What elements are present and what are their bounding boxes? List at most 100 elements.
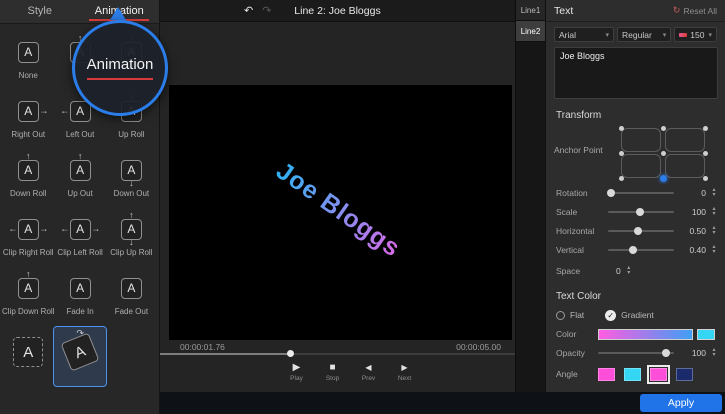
- next-button[interactable]: ▶Next: [393, 361, 417, 382]
- animation-preset-up-out[interactable]: A↑Up Out: [54, 150, 105, 209]
- preview-title: Line 2: Joe Bloggs: [160, 5, 515, 17]
- line-item-line1[interactable]: Line1: [516, 0, 545, 21]
- opacity-slider[interactable]: [598, 348, 674, 358]
- angle-swatch-3[interactable]: [650, 368, 667, 381]
- slider-knob[interactable]: [662, 349, 670, 357]
- arrow-top-icon: ↑: [26, 152, 31, 161]
- fill-mode-row: Flat ✓ Gradient: [546, 306, 725, 324]
- arrow-left-icon: ←: [8, 225, 17, 234]
- flat-radio[interactable]: [556, 311, 565, 320]
- animation-preset-down-out[interactable]: A↓Down Out: [106, 150, 157, 209]
- anchor-dot-7[interactable]: [660, 175, 667, 182]
- space-stepper[interactable]: ▴ ▾: [624, 266, 634, 276]
- animation-preset-icon: A↷: [58, 332, 102, 372]
- animation-preset-clip-up-roll[interactable]: A↑↓Clip Up Roll: [106, 209, 157, 268]
- gradient-label: Gradient: [621, 310, 654, 320]
- animation-preset-label: None: [19, 71, 38, 80]
- anchor-dot-0[interactable]: [619, 126, 624, 131]
- scale-row: Scale100▴▾: [546, 202, 725, 221]
- scale-slider[interactable]: [608, 207, 674, 217]
- animation-preset-none[interactable]: ANone: [2, 32, 54, 91]
- rotation-value[interactable]: 0: [680, 188, 706, 198]
- font-style-select[interactable]: Regular ▾: [617, 27, 671, 42]
- vertical-stepper[interactable]: ▴▾: [709, 245, 719, 255]
- slider-knob[interactable]: [629, 246, 637, 254]
- animation-preset-clip-left-roll[interactable]: A←→Clip Left Roll: [54, 209, 105, 268]
- transport-label: Next: [398, 375, 411, 382]
- stop-icon: ■: [329, 361, 335, 374]
- slider-knob[interactable]: [607, 189, 615, 197]
- animation-preset-right-out[interactable]: A→Right Out: [2, 91, 54, 150]
- chevron-down-icon: ▾: [705, 31, 712, 39]
- animation-preset-label: Fade In: [67, 307, 94, 316]
- opacity-stepper[interactable]: ▴ ▾: [709, 348, 719, 358]
- space-value[interactable]: 0: [616, 266, 621, 276]
- transport-label: Play: [290, 375, 303, 382]
- tab-style[interactable]: Style: [0, 0, 80, 23]
- transport-label: Stop: [326, 375, 339, 382]
- history-controls: ↶ ↷: [244, 1, 271, 21]
- space-label: Space: [556, 266, 608, 276]
- preview-text[interactable]: Joe Bloggs: [270, 156, 405, 263]
- animation-preset-item[interactable]: A↷: [54, 327, 105, 386]
- slider-knob[interactable]: [636, 208, 644, 216]
- vertical-value[interactable]: 0.40: [680, 245, 706, 255]
- anchor-dot-1[interactable]: [661, 126, 666, 131]
- animation-preset-clip-down-roll[interactable]: A↑ Clip Down Roll: [2, 268, 54, 327]
- anchor-point-grid[interactable]: [618, 125, 708, 181]
- font-size-value: 150: [690, 30, 704, 40]
- reset-all-button[interactable]: ↻ Reset All: [673, 5, 717, 16]
- animation-preset-down-roll[interactable]: A↑Down Roll: [2, 150, 54, 209]
- rotation-slider[interactable]: [608, 188, 674, 198]
- animation-preset-icon: A↑: [6, 273, 50, 303]
- scale-value[interactable]: 100: [680, 207, 706, 217]
- horizontal-stepper[interactable]: ▴▾: [709, 226, 719, 236]
- preview-header: Line 2: Joe Bloggs ↶ ↷: [160, 0, 515, 22]
- animation-preset-label: Clip Down Roll: [2, 307, 54, 316]
- rotation-stepper[interactable]: ▴▾: [709, 188, 719, 198]
- stop-button[interactable]: ■Stop: [321, 361, 345, 382]
- horizontal-slider[interactable]: [608, 226, 674, 236]
- secondary-color-swatch[interactable]: [697, 329, 715, 340]
- slider-knob[interactable]: [634, 227, 642, 235]
- timeline-handle[interactable]: [287, 350, 294, 357]
- anchor-dot-6[interactable]: [619, 176, 624, 181]
- angle-swatch-4[interactable]: [676, 368, 693, 381]
- magnifier-text: Animation: [87, 56, 154, 80]
- play-button[interactable]: ▶Play: [285, 361, 309, 382]
- letter-a-icon: A: [121, 278, 142, 299]
- anchor-dot-3[interactable]: [619, 151, 624, 156]
- letter-a-icon: A: [18, 101, 39, 122]
- anchor-dot-5[interactable]: [703, 151, 708, 156]
- vertical-row: Vertical0.40▴▾: [546, 240, 725, 259]
- opacity-value[interactable]: 100: [680, 348, 706, 358]
- line-item-line2[interactable]: Line2: [516, 21, 545, 42]
- animation-preset-clip-right-roll[interactable]: A←→Clip Right Roll: [2, 209, 54, 268]
- undo-icon[interactable]: ↶: [244, 1, 253, 21]
- animation-preset-icon: A↑: [6, 155, 50, 185]
- font-family-select[interactable]: Arial ▾: [554, 27, 614, 42]
- slider-track: [608, 192, 674, 194]
- animation-preset-item[interactable]: A: [2, 327, 54, 386]
- scale-stepper[interactable]: ▴▾: [709, 207, 719, 217]
- horizontal-value[interactable]: 0.50: [680, 226, 706, 236]
- gradient-color-swatch[interactable]: [598, 329, 693, 340]
- vertical-slider[interactable]: [608, 245, 674, 255]
- angle-swatch-2[interactable]: [624, 368, 641, 381]
- animation-preset-label: Down Out: [114, 189, 150, 198]
- text-input[interactable]: Joe Bloggs: [554, 47, 718, 99]
- letter-a-icon: A: [18, 278, 39, 299]
- anchor-dot-8[interactable]: [703, 176, 708, 181]
- animation-preset-label: Up Roll: [118, 130, 144, 139]
- animation-preset-fade-in[interactable]: AFade In: [54, 268, 105, 327]
- animation-preset-fade-out[interactable]: AFade Out: [106, 268, 157, 327]
- apply-button[interactable]: Apply: [640, 394, 722, 412]
- font-size-select[interactable]: 150 ▾: [674, 27, 717, 42]
- gradient-checkbox[interactable]: ✓: [605, 310, 616, 321]
- anchor-dot-4[interactable]: [661, 151, 666, 156]
- timeline-track[interactable]: [160, 353, 515, 355]
- redo-icon[interactable]: ↷: [262, 1, 271, 21]
- prev-button[interactable]: ◀Prev: [357, 361, 381, 382]
- anchor-dot-2[interactable]: [703, 126, 708, 131]
- angle-swatch-1[interactable]: [598, 368, 615, 381]
